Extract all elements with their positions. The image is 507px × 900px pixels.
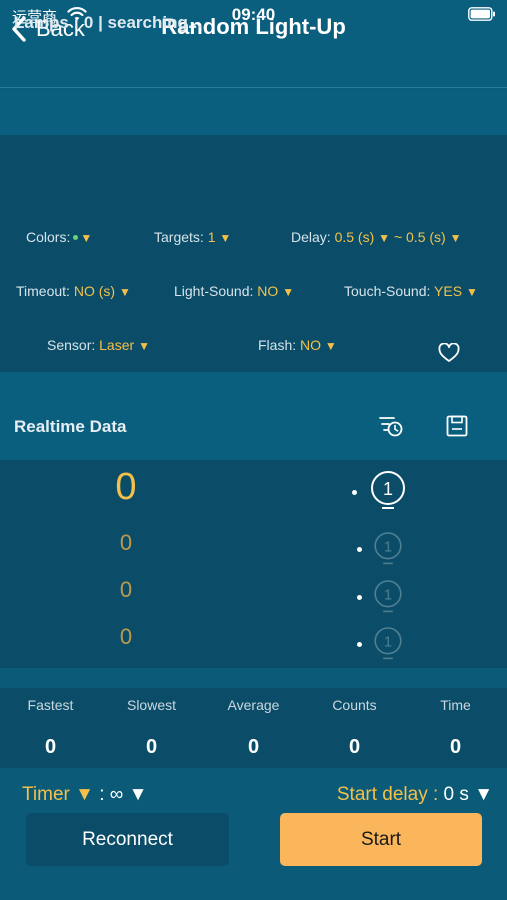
flash-label: Flash: bbox=[258, 337, 297, 353]
lamps-status-bar bbox=[0, 89, 507, 135]
targets-label: Targets: bbox=[154, 229, 204, 245]
targets-setting[interactable]: Targets: 1 ▼ bbox=[154, 229, 231, 245]
light-sound-label: Light-Sound: bbox=[174, 283, 254, 299]
dropdown-arrow-icon: ▼ bbox=[75, 784, 94, 805]
light-sound-value: NO bbox=[257, 283, 279, 299]
touch-sound-label: Touch-Sound: bbox=[344, 283, 431, 299]
stat-label-time: Time bbox=[440, 697, 471, 713]
stat-label-fastest: Fastest bbox=[27, 697, 74, 713]
light-sound-setting[interactable]: Light-Sound: NO ▼ bbox=[174, 283, 294, 299]
delay-label: Delay: bbox=[291, 229, 331, 245]
flash-setting[interactable]: Flash: NO ▼ bbox=[258, 337, 337, 353]
color-dot bbox=[73, 234, 79, 240]
timer-label: Timer bbox=[22, 784, 70, 805]
heart-icon[interactable] bbox=[438, 343, 460, 363]
stat-label-counts: Counts bbox=[332, 697, 377, 713]
dropdown-arrow-icon: ▼ bbox=[324, 339, 337, 353]
stat-value-counts: 0 bbox=[348, 736, 361, 758]
lamp-indicator-dot bbox=[357, 595, 362, 600]
dropdown-arrow-icon: ▼ bbox=[465, 285, 478, 299]
realtime-value-1: 0 bbox=[115, 466, 137, 508]
delay-separator: ~ bbox=[393, 229, 403, 245]
dropdown-arrow-icon: ▼ bbox=[474, 784, 493, 805]
dropdown-arrow-icon: ▼ bbox=[80, 231, 93, 245]
delay-min-value: 0.5 (s) bbox=[334, 229, 375, 245]
lamp-number: 1 bbox=[384, 587, 392, 603]
timer-value: ∞ bbox=[109, 784, 124, 805]
realtime-title: Realtime Data bbox=[14, 417, 127, 436]
sensor-value: Laser bbox=[99, 337, 135, 353]
stat-value-average: 0 bbox=[247, 736, 260, 758]
stat-label-slowest: Slowest bbox=[126, 697, 177, 713]
realtime-value-3: 0 bbox=[119, 577, 133, 602]
start-delay-value: 0 s bbox=[443, 784, 469, 805]
sensor-setting[interactable]: Sensor: Laser ▼ bbox=[47, 337, 150, 353]
realtime-value-4: 0 bbox=[119, 624, 133, 649]
dropdown-arrow-icon: ▼ bbox=[138, 339, 150, 353]
lamp-indicator-dot bbox=[357, 642, 362, 647]
delay-max-value: 0.5 (s) bbox=[406, 229, 446, 245]
save-icon[interactable] bbox=[445, 414, 469, 438]
touch-sound-setting[interactable]: Touch-Sound: YES ▼ bbox=[344, 283, 478, 299]
dropdown-arrow-icon: ▼ bbox=[378, 231, 391, 245]
lightbulb-icon: 1 bbox=[374, 580, 402, 613]
timer-selector[interactable]: Timer ▼ : ∞ ▼ bbox=[22, 784, 147, 806]
lamps-status-text: Lamps : 0 | searching... bbox=[14, 13, 203, 32]
lamp-number: 1 bbox=[384, 539, 392, 555]
history-icon[interactable] bbox=[378, 413, 404, 439]
stat-value-fastest: 0 bbox=[44, 736, 57, 758]
stat-label-average: Average bbox=[227, 697, 280, 713]
dropdown-arrow-icon: ▼ bbox=[118, 285, 131, 299]
timeout-label: Timeout: bbox=[16, 283, 70, 299]
reconnect-button[interactable]: Reconnect bbox=[26, 813, 229, 866]
touch-sound-value: YES bbox=[434, 283, 463, 299]
dropdown-arrow-icon: ▼ bbox=[219, 231, 232, 245]
realtime-header bbox=[0, 372, 507, 460]
colors-setting[interactable]: Colors: ▼ bbox=[26, 229, 92, 245]
flash-value: NO bbox=[300, 337, 322, 353]
start-button[interactable]: Start bbox=[280, 813, 482, 866]
lightbulb-icon: 1 bbox=[371, 471, 405, 509]
dropdown-arrow-icon: ▼ bbox=[128, 784, 148, 805]
realtime-value-2: 0 bbox=[119, 530, 133, 555]
stat-value-time: 0 bbox=[449, 736, 462, 758]
start-delay-label: Start delay : bbox=[336, 784, 439, 805]
colors-label: Colors: bbox=[26, 229, 71, 245]
targets-value: 1 bbox=[207, 229, 216, 245]
lamp-indicator-dot bbox=[352, 490, 357, 495]
lamp-indicator-dot bbox=[357, 547, 362, 552]
lightbulb-icon: 1 bbox=[374, 532, 402, 565]
timer-separator: : bbox=[99, 784, 105, 805]
timeout-value: NO (s) bbox=[73, 283, 116, 299]
delay-setting[interactable]: Delay: 0.5 (s) ▼ ~ 0.5 (s) ▼ bbox=[291, 229, 461, 245]
lightbulb-icon: 1 bbox=[374, 627, 402, 660]
lamp-number: 1 bbox=[383, 479, 393, 499]
start-delay-selector[interactable]: Start delay : 0 s ▼ bbox=[337, 784, 493, 806]
lamp-number: 1 bbox=[384, 634, 392, 650]
dropdown-arrow-icon: ▼ bbox=[282, 285, 295, 299]
sensor-label: Sensor: bbox=[47, 337, 96, 353]
dropdown-arrow-icon: ▼ bbox=[449, 231, 462, 245]
stat-value-slowest: 0 bbox=[145, 736, 158, 758]
timeout-setting[interactable]: Timeout: NO (s) ▼ bbox=[16, 283, 131, 299]
realtime-data-panel bbox=[0, 460, 507, 668]
